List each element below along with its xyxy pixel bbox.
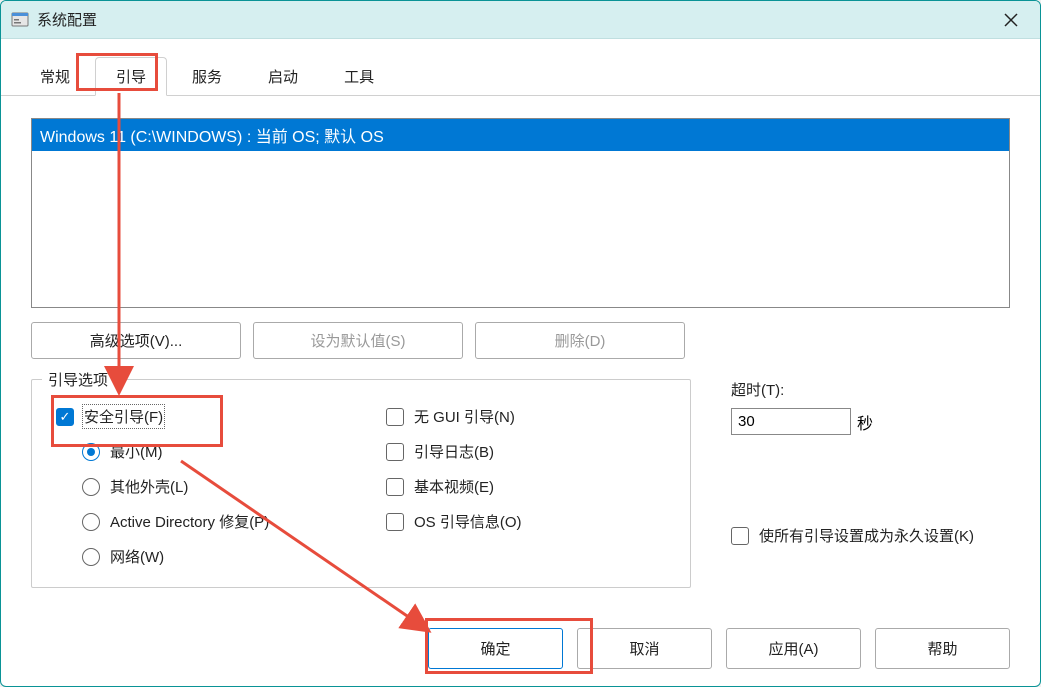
no-gui-label: 无 GUI 引导(N) [414, 406, 515, 427]
msconfig-window: 系统配置 常规 引导 服务 启动 工具 Windows 11 (C:\WINDO… [0, 0, 1041, 687]
dialog-buttons: 确定 取消 应用(A) 帮助 [1, 608, 1040, 687]
tab-boot[interactable]: 引导 [95, 57, 167, 96]
tab-services[interactable]: 服务 [171, 57, 243, 95]
ad-repair-label: Active Directory 修复(P) [110, 511, 269, 532]
boot-options-legend: 引导选项 [42, 369, 114, 390]
timeout-unit: 秒 [857, 410, 873, 434]
boot-options-group: 引导选项 安全引导(F) 最小(M) 其他外壳(L) [31, 379, 691, 588]
timeout-label: 超时(T): [731, 379, 1010, 400]
boot-log-label: 引导日志(B) [414, 441, 494, 462]
app-icon [11, 11, 29, 29]
close-button[interactable] [992, 1, 1030, 39]
right-panel: 超时(T): 秒 使所有引导设置成为永久设置(K) [731, 379, 1010, 588]
alt-shell-radio[interactable]: 其他外壳(L) [56, 476, 386, 497]
network-label: 网络(W) [110, 546, 164, 567]
safe-boot-label: 安全引导(F) [84, 406, 163, 427]
radio-icon [82, 513, 100, 531]
alt-shell-label: 其他外壳(L) [110, 476, 188, 497]
permanent-checkbox[interactable]: 使所有引导设置成为永久设置(K) [731, 525, 1010, 546]
os-boot-info-checkbox[interactable]: OS 引导信息(O) [386, 511, 666, 532]
boot-log-checkbox[interactable]: 引导日志(B) [386, 441, 666, 462]
tab-startup[interactable]: 启动 [247, 57, 319, 95]
tab-general[interactable]: 常规 [19, 57, 91, 95]
permanent-label: 使所有引导设置成为永久设置(K) [759, 525, 974, 546]
checkbox-icon [56, 408, 74, 426]
tab-bar: 常规 引导 服务 启动 工具 [1, 39, 1040, 96]
tab-content: Windows 11 (C:\WINDOWS) : 当前 OS; 默认 OS 高… [1, 96, 1040, 608]
radio-icon [82, 443, 100, 461]
ad-repair-radio[interactable]: Active Directory 修复(P) [56, 511, 386, 532]
minimal-radio[interactable]: 最小(M) [56, 441, 386, 462]
cancel-button[interactable]: 取消 [577, 628, 712, 669]
no-gui-checkbox[interactable]: 无 GUI 引导(N) [386, 406, 666, 427]
help-button[interactable]: 帮助 [875, 628, 1010, 669]
tab-tools[interactable]: 工具 [323, 57, 395, 95]
titlebar: 系统配置 [1, 1, 1040, 39]
os-boot-info-label: OS 引导信息(O) [414, 511, 522, 532]
lower-section: 引导选项 安全引导(F) 最小(M) 其他外壳(L) [31, 379, 1010, 588]
radio-icon [82, 478, 100, 496]
set-default-button[interactable]: 设为默认值(S) [253, 322, 463, 359]
minimal-label: 最小(M) [110, 441, 163, 462]
delete-button[interactable]: 删除(D) [475, 322, 685, 359]
ok-button[interactable]: 确定 [428, 628, 563, 669]
radio-icon [82, 548, 100, 566]
timeout-input[interactable] [731, 408, 851, 435]
checkbox-icon [386, 408, 404, 426]
apply-button[interactable]: 应用(A) [726, 628, 861, 669]
list-buttons-row: 高级选项(V)... 设为默认值(S) 删除(D) [31, 322, 1010, 359]
network-radio[interactable]: 网络(W) [56, 546, 386, 567]
close-icon [1004, 13, 1018, 27]
safe-boot-checkbox[interactable]: 安全引导(F) [56, 406, 386, 427]
os-boot-list[interactable]: Windows 11 (C:\WINDOWS) : 当前 OS; 默认 OS [31, 118, 1010, 308]
os-list-item[interactable]: Windows 11 (C:\WINDOWS) : 当前 OS; 默认 OS [32, 119, 1009, 151]
window-title: 系统配置 [37, 9, 992, 30]
checkbox-icon [731, 527, 749, 545]
checkbox-icon [386, 443, 404, 461]
checkbox-icon [386, 513, 404, 531]
advanced-options-button[interactable]: 高级选项(V)... [31, 322, 241, 359]
base-video-label: 基本视频(E) [414, 476, 494, 497]
base-video-checkbox[interactable]: 基本视频(E) [386, 476, 666, 497]
checkbox-icon [386, 478, 404, 496]
